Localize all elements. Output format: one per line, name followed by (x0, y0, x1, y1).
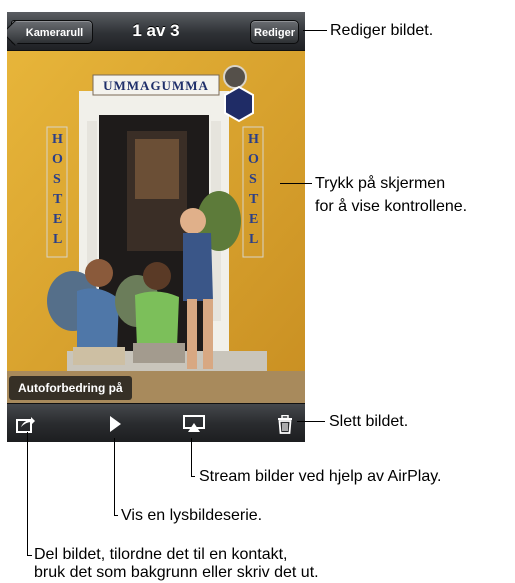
edit-button[interactable]: Rediger (250, 20, 299, 44)
callout-line-slideshow-v (114, 438, 115, 515)
callout-line-slideshow-h (114, 515, 118, 516)
photo-viewer-screen: UMMAGUMMA HOSTEL HOSTEL 1 av 3 Kamerarul… (7, 12, 305, 442)
callout-line-airplay-h (191, 476, 195, 477)
navigation-bar: 1 av 3 Kamerarull Rediger (7, 12, 305, 51)
callout-tap-1: Trykk på skjermen (315, 175, 446, 192)
photo-scene: UMMAGUMMA HOSTEL HOSTEL (7, 51, 305, 403)
callout-tap-2: for å vise kontrollene. (315, 198, 468, 215)
auto-enhance-badge: Autoforbedring på (9, 376, 132, 400)
callout-line-airplay-v (191, 438, 192, 476)
callout-line-edit (303, 30, 327, 31)
callout-share-2: bruk det som bakgrunn eller skriv det ut… (34, 564, 319, 581)
share-icon[interactable] (15, 413, 37, 435)
callout-edit: Rediger bildet. (330, 22, 434, 39)
callout-airplay: Stream bilder ved hjelp av AirPlay. (199, 468, 442, 485)
callout-line-share-v (27, 432, 28, 556)
callout-delete: Slett bildet. (329, 413, 409, 430)
callout-slideshow: Vis en lysbildeserie. (121, 507, 263, 524)
callout-line-tap (280, 183, 312, 184)
photo[interactable]: UMMAGUMMA HOSTEL HOSTEL (7, 51, 305, 403)
back-button-label: Kamerarull (25, 27, 84, 39)
play-icon[interactable] (104, 413, 126, 435)
callout-share-1: Del bildet, tilordne det til en kontakt, (34, 546, 288, 563)
airplay-icon[interactable] (183, 413, 205, 435)
callout-line-delete (297, 421, 325, 422)
hostel-sign-text: UMMAGUMMA (103, 78, 209, 93)
trash-icon[interactable] (274, 413, 296, 435)
bottom-toolbar (7, 403, 305, 442)
back-button[interactable]: Kamerarull (7, 20, 93, 46)
callout-line-share-h (27, 555, 32, 556)
